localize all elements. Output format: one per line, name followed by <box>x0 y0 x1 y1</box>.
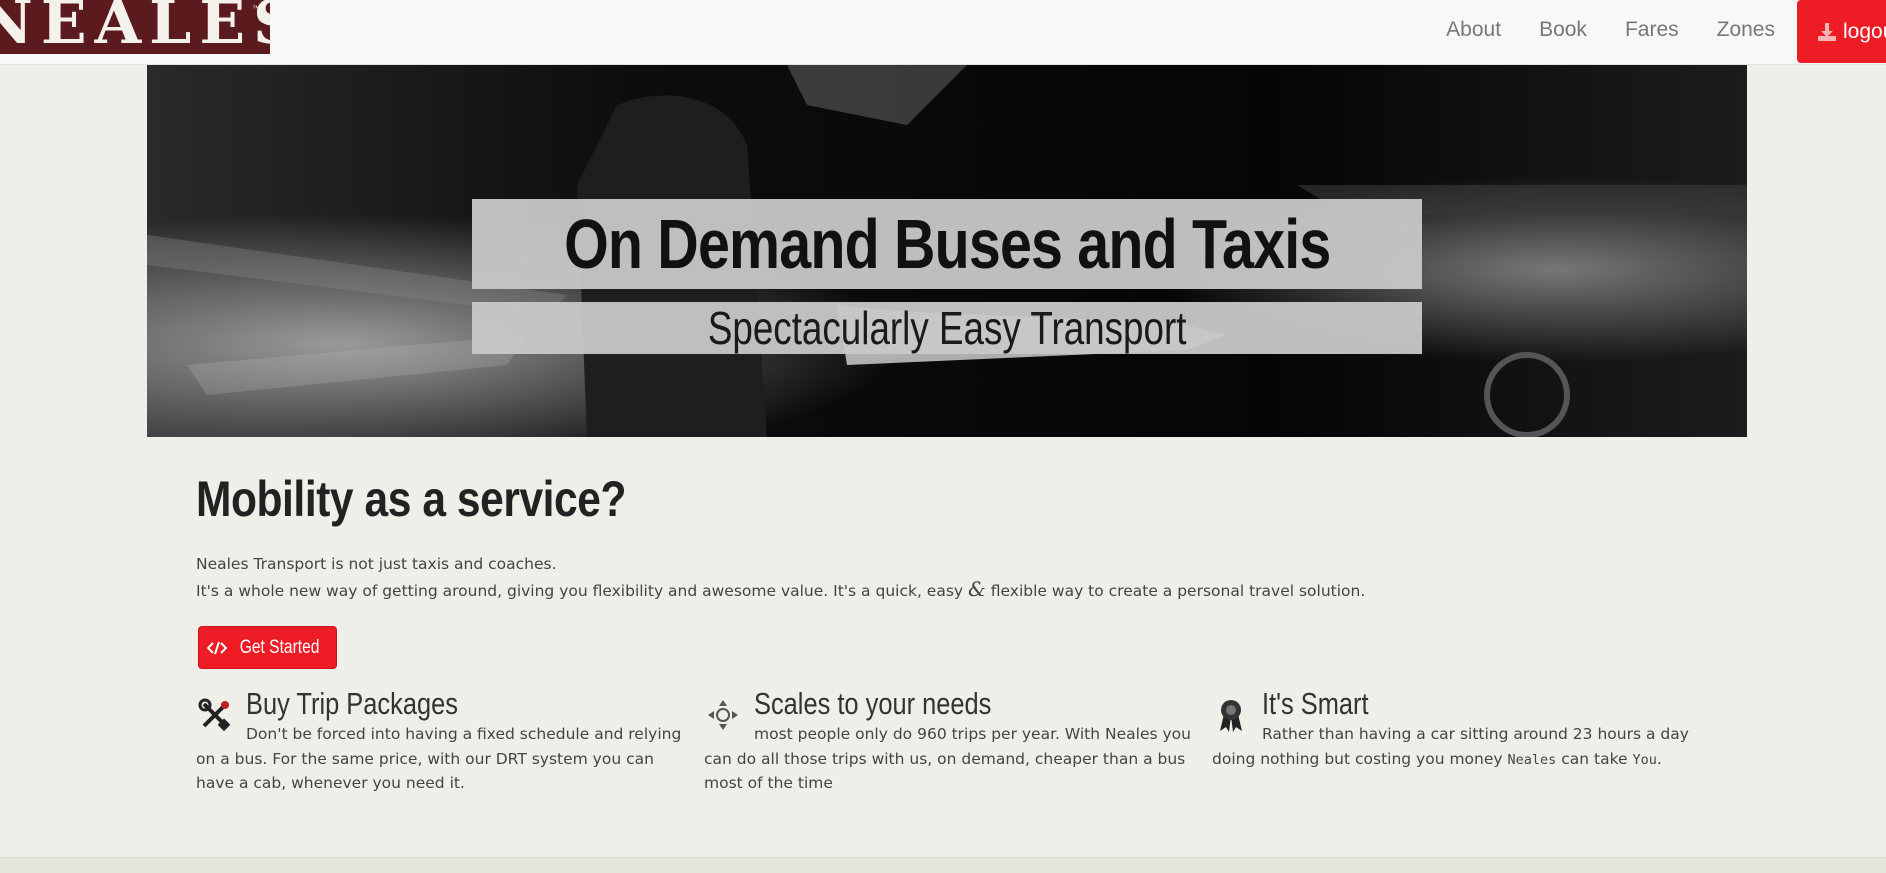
you-code-text: You <box>1632 751 1657 768</box>
feature-title: Buy Trip Packages <box>246 686 458 721</box>
move-arrows-icon <box>708 700 738 730</box>
tools-icon <box>198 698 231 732</box>
nav-item-book[interactable]: Book <box>1520 18 1606 42</box>
feature-text: Don't be forced into having a fixed sche… <box>196 725 682 792</box>
feature-text-part: can take <box>1561 749 1628 768</box>
feature-scales-to-your-needs: Scales to your needs most people only do… <box>704 686 1194 796</box>
logout-label: logout <box>1843 19 1886 43</box>
hero-title-box: On Demand Buses and Taxis <box>472 199 1422 289</box>
get-started-button[interactable]: Get Started <box>198 626 337 669</box>
nav-item-zones[interactable]: Zones <box>1698 18 1794 42</box>
brand-logo[interactable]: NEALES ™ <box>0 0 270 54</box>
download-icon <box>1818 22 1836 41</box>
nav-item-about[interactable]: About <box>1427 18 1520 42</box>
hero-subtitle-box: Spectacularly Easy Transport <box>472 302 1422 354</box>
page-heading: Mobility as a service? <box>196 471 627 527</box>
nav-links: About Book Fares Zones <box>1427 0 1794 60</box>
hero-subtitle: Spectacularly Easy Transport <box>707 302 1187 354</box>
intro-line-2-end: flexible way to create a personal travel… <box>990 582 1366 600</box>
feature-its-smart: It's Smart Rather than having a car sitt… <box>1212 686 1702 772</box>
brand-trademark: ™ <box>252 4 260 13</box>
brand-code-text: Neales <box>1507 751 1557 768</box>
code-icon <box>206 641 227 654</box>
award-ribbon-icon <box>1220 700 1242 732</box>
intro-line-1: Neales Transport is not just taxis and c… <box>196 555 557 573</box>
logout-button[interactable]: logout <box>1797 0 1886 63</box>
hero-title: On Demand Buses and Taxis <box>563 205 1331 283</box>
hero-banner: On Demand Buses and Taxis Spectacularly … <box>147 65 1747 437</box>
feature-text: Rather than having a car sitting around … <box>1212 722 1702 772</box>
intro-line-2-start: It's a whole new way of getting around, … <box>196 582 964 600</box>
feature-title: Scales to your needs <box>754 686 992 721</box>
navbar: NEALES ™ About Book Fares Zones logout <box>0 0 1886 65</box>
brand-name: NEALES <box>0 0 270 54</box>
feature-buy-trip-packages: Buy Trip Packages Don't be forced into h… <box>196 686 686 796</box>
feature-title: It's Smart <box>1262 686 1369 721</box>
intro-text: Neales Transport is not just taxis and c… <box>196 552 1696 604</box>
get-started-label: Get Started <box>239 636 320 658</box>
footer-divider <box>0 857 1886 873</box>
intro-line-2: It's a whole new way of getting around, … <box>196 577 1696 604</box>
feature-text: most people only do 960 trips per year. … <box>704 725 1191 792</box>
ampersand: & <box>968 577 986 601</box>
nav-item-fares[interactable]: Fares <box>1606 18 1698 42</box>
feature-text-end: . <box>1656 749 1662 768</box>
